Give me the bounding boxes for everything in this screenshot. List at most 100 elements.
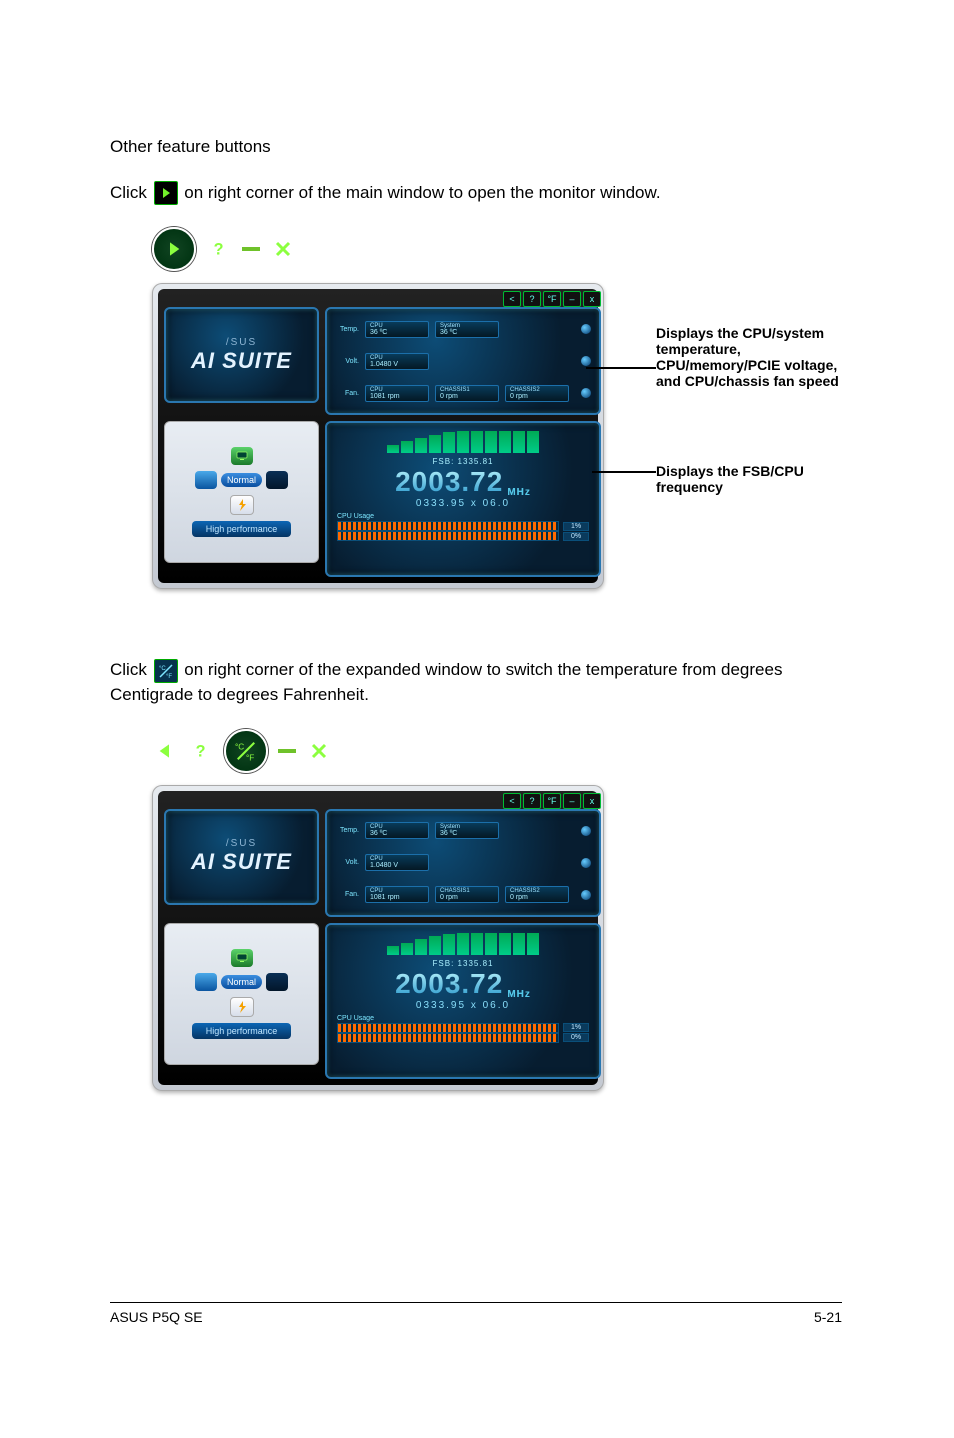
volt-knob[interactable] xyxy=(581,356,591,366)
frequency-panel: FSB: 1335.81 2003.72MHz 0333.95 x 06.0 C… xyxy=(325,923,601,1079)
volt-knob[interactable] xyxy=(581,858,591,868)
cpu-usage-bar-2: 0% xyxy=(337,1034,589,1042)
temp-cpu: CPU36 ºC xyxy=(365,822,429,839)
fan-row: Fan. CPU1081 rpm CHASSIS10 rpm CHASSIS20… xyxy=(335,379,591,407)
temp-unit-toggle-icon[interactable]: °C°F xyxy=(224,729,268,773)
footer-right: 5-21 xyxy=(814,1309,842,1325)
freq-bargraph xyxy=(387,933,539,955)
window-control-icons-enlarged-1: ? xyxy=(152,227,844,271)
close-icon[interactable] xyxy=(270,236,296,262)
para-open-monitor: Click on right corner of the main window… xyxy=(110,181,844,206)
temp-label: Temp. xyxy=(335,827,359,834)
control-panel: Normal High performance xyxy=(164,923,319,1065)
fan-label: Fan. xyxy=(335,390,359,397)
ai-suite-figure-2: < ? °F – x /SUS AI SUITE Temp. CPU36 ºC … xyxy=(152,785,844,1091)
svg-text:°F: °F xyxy=(166,674,172,679)
logo-panel: /SUS AI SUITE xyxy=(164,809,319,905)
fan-knob[interactable] xyxy=(581,388,591,398)
profile-label[interactable]: Normal xyxy=(221,473,262,487)
ai-suite-window: < ? °F – x /SUS AI SUITE Temp. CPU36 ºC xyxy=(152,283,604,589)
fan-cpu: CPU1081 rpm xyxy=(365,886,429,903)
ai-suite-window: < ? °F – x /SUS AI SUITE Temp. CPU36 ºC … xyxy=(152,785,604,1091)
bolt-icon[interactable] xyxy=(230,495,254,515)
ai-suite-figure-1: < ? °F – x /SUS AI SUITE Temp. CPU36 ºC xyxy=(152,283,844,603)
expand-right-icon[interactable] xyxy=(152,227,196,271)
volt-row: Volt. CPU1.0480 V xyxy=(335,849,591,877)
fsb-line: FSB: 1335.81 xyxy=(433,457,494,466)
volt-label: Volt. xyxy=(335,859,359,866)
monitor-chip-icon[interactable] xyxy=(231,447,253,465)
temp-row: Temp. CPU36 ºC System36 ºC xyxy=(335,315,591,343)
minimize-icon[interactable]: – xyxy=(563,793,581,809)
window-controls: < ? °F – x xyxy=(164,793,601,809)
app-title: AI SUITE xyxy=(191,348,292,374)
svg-text:?: ? xyxy=(196,742,206,760)
para1-text-b: on right corner of the main window to op… xyxy=(184,183,660,202)
svg-text:?: ? xyxy=(214,241,224,259)
fan-chassis2: CHASSIS20 rpm xyxy=(505,886,569,903)
fan-label: Fan. xyxy=(335,891,359,898)
collapse-left-icon[interactable] xyxy=(152,738,178,764)
temp-system: System36 ºC xyxy=(435,321,499,338)
cpu-frequency: 2003.72MHz xyxy=(395,968,531,1000)
profile-label[interactable]: Normal xyxy=(221,975,262,989)
app-title: AI SUITE xyxy=(191,849,292,875)
close-icon[interactable]: x xyxy=(583,291,601,307)
right-chip-icon[interactable] xyxy=(266,973,288,991)
temp-knob[interactable] xyxy=(581,826,591,836)
cpu-usage-label: CPU Usage xyxy=(337,1015,374,1022)
temp-unit-toggle-icon[interactable]: °F xyxy=(543,291,561,307)
close-icon[interactable]: x xyxy=(583,793,601,809)
para2-text-a: Click xyxy=(110,660,152,679)
annotation-stats: Displays the CPU/system temperature, CPU… xyxy=(656,325,846,389)
performance-mode[interactable]: High performance xyxy=(192,1023,292,1039)
minimize-icon[interactable]: – xyxy=(563,291,581,307)
bolt-icon[interactable] xyxy=(230,997,254,1017)
temp-unit-toggle-icon[interactable]: °F xyxy=(543,793,561,809)
freq-bargraph xyxy=(387,431,539,453)
help-icon[interactable]: ? xyxy=(523,291,541,307)
help-icon[interactable]: ? xyxy=(523,793,541,809)
left-chip-icon[interactable] xyxy=(195,973,217,991)
performance-mode[interactable]: High performance xyxy=(192,521,292,537)
fan-chassis2: CHASSIS20 rpm xyxy=(505,385,569,402)
svg-text:°F: °F xyxy=(246,753,254,761)
cpu-usage-bar-1: 1% xyxy=(337,1024,589,1032)
page-footer: ASUS P5Q SE 5-21 xyxy=(110,1302,842,1325)
cpu-usage-bar-2: 0% xyxy=(337,532,589,540)
control-panel: Normal High performance xyxy=(164,421,319,563)
fan-row: Fan. CPU1081 rpm CHASSIS10 rpm CHASSIS20… xyxy=(335,881,591,909)
monitor-chip-icon[interactable] xyxy=(231,949,253,967)
temp-knob[interactable] xyxy=(581,324,591,334)
temp-cpu: CPU36 ºC xyxy=(365,321,429,338)
fan-knob[interactable] xyxy=(581,890,591,900)
temp-system: System36 ºC xyxy=(435,822,499,839)
para1-text-a: Click xyxy=(110,183,152,202)
volt-row: Volt. CPU1.0480 V xyxy=(335,347,591,375)
minimize-icon[interactable] xyxy=(242,247,260,251)
help-icon[interactable]: ? xyxy=(188,738,214,764)
fan-cpu: CPU1081 rpm xyxy=(365,385,429,402)
help-icon[interactable]: ? xyxy=(206,236,232,262)
temp-label: Temp. xyxy=(335,326,359,333)
cpu-frequency: 2003.72MHz xyxy=(395,466,531,498)
logo-panel: /SUS AI SUITE xyxy=(164,307,319,403)
volt-cpu: CPU1.0480 V xyxy=(365,854,429,871)
multiplier-line: 0333.95 x 06.0 xyxy=(416,498,510,509)
footer-left: ASUS P5Q SE xyxy=(110,1309,203,1325)
right-chip-icon[interactable] xyxy=(266,471,288,489)
brand-text: /SUS xyxy=(226,838,257,849)
cpu-usage-bar-1: 1% xyxy=(337,522,589,530)
volt-cpu: CPU1.0480 V xyxy=(365,353,429,370)
svg-text:°C: °C xyxy=(235,742,244,751)
multiplier-line: 0333.95 x 06.0 xyxy=(416,1000,510,1011)
sensor-stats-panel: Temp. CPU36 ºC System36 ºC Volt. CPU1.04… xyxy=(325,307,601,415)
temp-row: Temp. CPU36 ºC System36 ºC xyxy=(335,817,591,845)
para2-text-b: on right corner of the expanded window t… xyxy=(110,660,782,704)
collapse-left-icon[interactable]: < xyxy=(503,793,521,809)
left-chip-icon[interactable] xyxy=(195,471,217,489)
collapse-left-icon[interactable]: < xyxy=(503,291,521,307)
fan-chassis1: CHASSIS10 rpm xyxy=(435,385,499,402)
minimize-icon[interactable] xyxy=(278,749,296,753)
close-icon[interactable] xyxy=(306,738,332,764)
